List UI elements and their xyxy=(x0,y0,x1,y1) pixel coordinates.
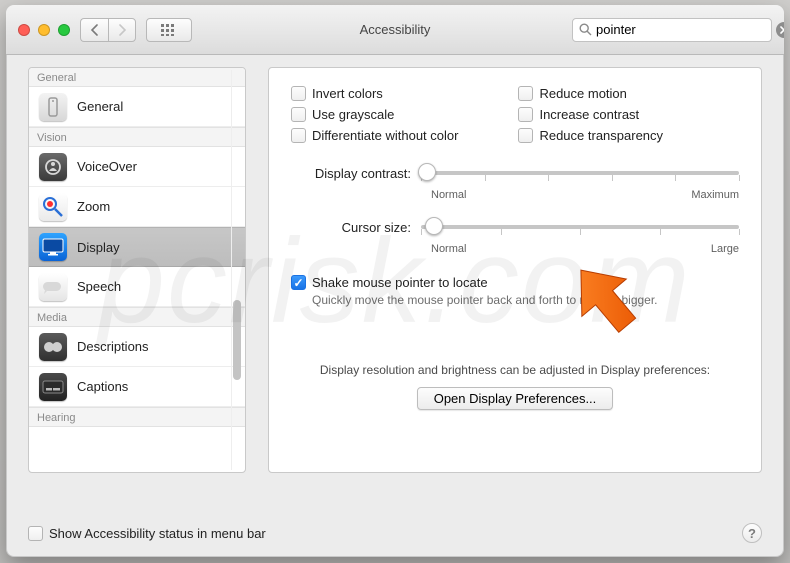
back-button[interactable] xyxy=(80,18,108,42)
sidebar-item-captions[interactable]: Captions xyxy=(29,367,245,407)
checkbox-reduce-transparency[interactable]: Reduce transparency xyxy=(518,128,663,143)
show-all-button[interactable] xyxy=(146,18,192,42)
traffic-lights xyxy=(18,24,70,36)
scrollbar-thumb[interactable] xyxy=(233,300,241,380)
checkbox-reduce-motion[interactable]: Reduce motion xyxy=(518,86,663,101)
checkbox-use-grayscale[interactable]: Use grayscale xyxy=(291,107,458,122)
titlebar: Accessibility xyxy=(6,5,784,55)
sidebar-item-zoom[interactable]: Zoom xyxy=(29,187,245,227)
sidebar-item-label: VoiceOver xyxy=(77,159,137,174)
forward-button[interactable] xyxy=(108,18,136,42)
search-input[interactable] xyxy=(596,22,772,37)
checkbox-box xyxy=(291,275,306,290)
cursor-slider-row: Cursor size: xyxy=(291,215,739,239)
checkbox-grid: Invert colors Use grayscale Differentiat… xyxy=(291,86,739,143)
contrast-label: Display contrast: xyxy=(291,166,421,181)
clear-search-button[interactable] xyxy=(776,22,784,38)
zoom-window-button[interactable] xyxy=(58,24,70,36)
checkbox-label: Use grayscale xyxy=(312,107,394,122)
sidebar-item-label: Speech xyxy=(77,279,121,294)
voiceover-icon xyxy=(43,157,63,177)
sidebar-item-general[interactable]: General xyxy=(29,87,245,127)
checkbox-label: Invert colors xyxy=(312,86,383,101)
checkbox-increase-contrast[interactable]: Increase contrast xyxy=(518,107,663,122)
chevron-right-icon xyxy=(117,24,127,36)
speech-icon xyxy=(42,279,64,295)
sidebar-section-header: Hearing xyxy=(29,407,245,427)
slider-min-label: Normal xyxy=(431,189,466,201)
cursor-label: Cursor size: xyxy=(291,220,421,235)
checkbox-label: Show Accessibility status in menu bar xyxy=(49,526,266,541)
general-icon xyxy=(45,97,61,117)
sidebar-item-speech[interactable]: Speech xyxy=(29,267,245,307)
display-icon xyxy=(42,238,64,256)
sidebar-section-header: Vision xyxy=(29,127,245,147)
descriptions-icon xyxy=(42,340,64,354)
help-button[interactable]: ? xyxy=(742,523,762,543)
contrast-slider-marks: Normal Maximum xyxy=(431,189,739,201)
cursor-slider-marks: Normal Large xyxy=(431,243,739,255)
sidebar-item-label: Descriptions xyxy=(77,339,149,354)
x-icon xyxy=(780,26,784,34)
settings-panel: Invert colors Use grayscale Differentiat… xyxy=(268,67,762,473)
grid-icon xyxy=(161,24,177,36)
checkbox-label: Shake mouse pointer to locate xyxy=(312,275,488,290)
sidebar-item-label: Captions xyxy=(77,379,128,394)
cursor-size-slider[interactable] xyxy=(421,215,739,239)
open-display-preferences-button[interactable]: Open Display Preferences... xyxy=(417,387,614,410)
chevron-left-icon xyxy=(90,24,100,36)
checkbox-differentiate-color[interactable]: Differentiate without color xyxy=(291,128,458,143)
sidebar-scroll[interactable]: General General Vision VoiceOver Zoom xyxy=(29,68,245,472)
minimize-window-button[interactable] xyxy=(38,24,50,36)
search-icon xyxy=(579,23,592,36)
checkbox-invert-colors[interactable]: Invert colors xyxy=(291,86,458,101)
checkbox-label: Reduce motion xyxy=(539,86,626,101)
nav-back-forward xyxy=(80,18,136,42)
captions-icon xyxy=(42,380,64,394)
display-resolution-note: Display resolution and brightness can be… xyxy=(291,363,739,377)
slider-max-label: Maximum xyxy=(691,189,739,201)
sidebar: General General Vision VoiceOver Zoom xyxy=(28,67,246,473)
contrast-slider[interactable] xyxy=(421,161,739,185)
contrast-slider-row: Display contrast: xyxy=(291,161,739,185)
search-field-wrapper[interactable] xyxy=(572,18,772,42)
zoom-icon xyxy=(42,196,64,218)
sidebar-section-header: General xyxy=(29,68,245,87)
sidebar-item-label: Zoom xyxy=(77,199,110,214)
checkbox-status-menu-bar[interactable]: Show Accessibility status in menu bar xyxy=(28,526,266,541)
sidebar-item-display[interactable]: Display xyxy=(29,227,245,267)
slider-min-label: Normal xyxy=(431,243,466,255)
checkbox-shake-pointer[interactable]: Shake mouse pointer to locate xyxy=(291,275,739,290)
shake-subtitle: Quickly move the mouse pointer back and … xyxy=(312,293,739,307)
sidebar-item-label: Display xyxy=(77,240,120,255)
bottom-bar: Show Accessibility status in menu bar ? xyxy=(28,523,762,543)
sidebar-item-label: General xyxy=(77,99,123,114)
sidebar-scrollbar[interactable] xyxy=(231,70,243,470)
sidebar-item-descriptions[interactable]: Descriptions xyxy=(29,327,245,367)
slider-max-label: Large xyxy=(711,243,739,255)
sidebar-section-header: Media xyxy=(29,307,245,327)
checkbox-label: Reduce transparency xyxy=(539,128,663,143)
window: Accessibility General General Vision xyxy=(6,5,784,557)
sidebar-item-voiceover[interactable]: VoiceOver xyxy=(29,147,245,187)
close-window-button[interactable] xyxy=(18,24,30,36)
checkbox-label: Differentiate without color xyxy=(312,128,458,143)
checkbox-label: Increase contrast xyxy=(539,107,639,122)
